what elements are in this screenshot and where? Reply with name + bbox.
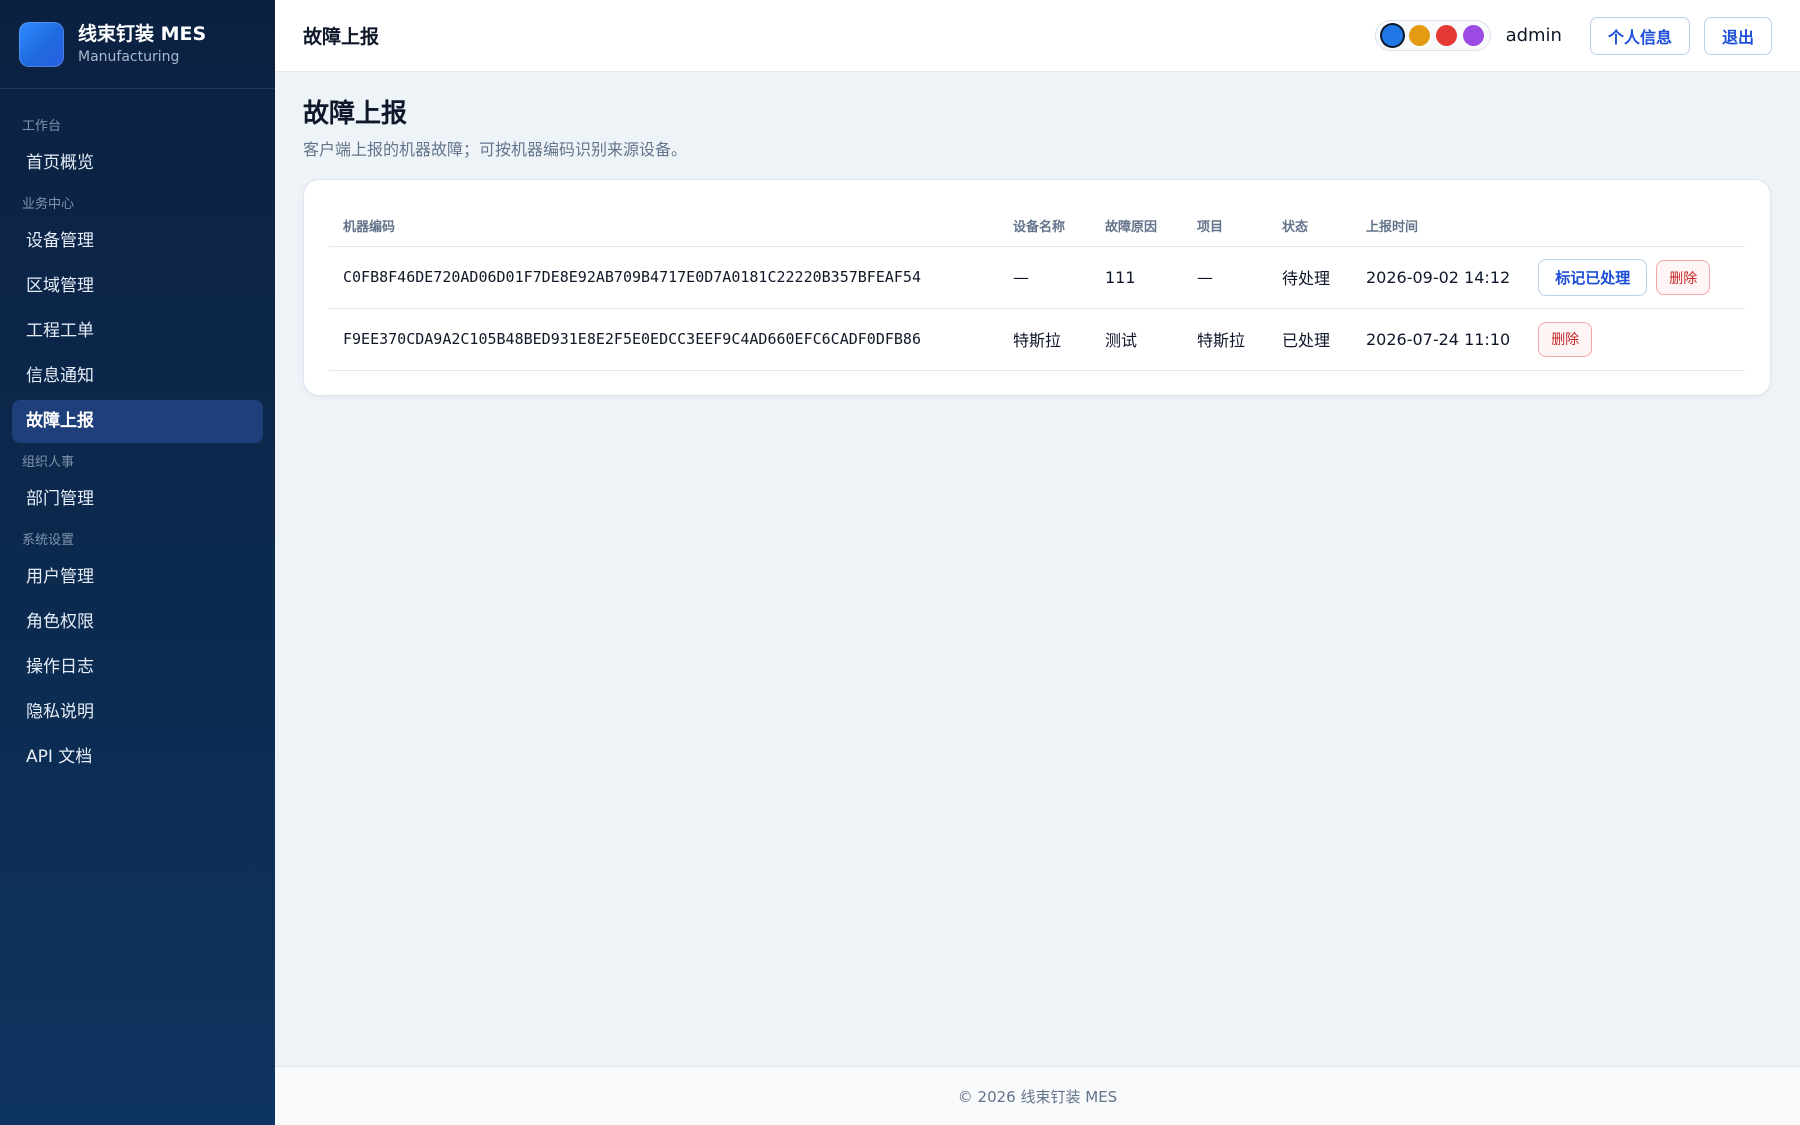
footer-copyright: © 2026 线束钉装 MES bbox=[957, 1087, 1118, 1106]
project-cell: — bbox=[1183, 246, 1268, 309]
project-cell: 特斯拉 bbox=[1183, 308, 1268, 371]
column-actions bbox=[1524, 206, 1745, 247]
brand-subtitle: Manufacturing bbox=[78, 49, 180, 65]
theme-red-swatch[interactable] bbox=[1435, 25, 1457, 46]
report-time-cell: 2026-09-02 14:12 bbox=[1352, 246, 1525, 309]
sidebar-item-privacy[interactable]: 隐私说明 bbox=[12, 691, 263, 734]
brand: 线束钉装 MES Manufacturing bbox=[0, 0, 275, 89]
nav-group-system: 系统设置 bbox=[22, 533, 75, 548]
sidebar-item-work-orders[interactable]: 工程工单 bbox=[12, 310, 263, 353]
device-name-cell: 特斯拉 bbox=[999, 308, 1091, 371]
mark-handled-button[interactable]: 标记已处理 bbox=[1538, 258, 1648, 296]
actions-cell: 删除 bbox=[1524, 308, 1745, 371]
sidebar-item-notifications[interactable]: 信息通知 bbox=[12, 355, 263, 398]
sidebar-item-api-docs[interactable]: API 文档 bbox=[12, 736, 263, 779]
column-report-time: 上报时间 bbox=[1352, 206, 1525, 247]
machine-code-cell: F9EE370CDA9A2C105B48BED931E8E2F5E0EDCC3E… bbox=[329, 308, 999, 371]
delete-button[interactable]: 删除 bbox=[1656, 260, 1711, 295]
brand-name: 线束钉装 MES bbox=[78, 23, 207, 45]
main-content: 故障上报 客户端上报的机器故障；可按机器编码识别来源设备。 机器编码 设备名称 … bbox=[275, 72, 1800, 1066]
fault-report-card: 机器编码 设备名称 故障原因 项目 状态 上报时间 C0FB8F46DE720A… bbox=[303, 179, 1771, 396]
machine-code-cell: C0FB8F46DE720AD06D01F7DE8E92AB709B4717E0… bbox=[329, 246, 999, 309]
sidebar-item-home[interactable]: 首页概览 bbox=[12, 142, 263, 185]
report-time-cell: 2026-07-24 11:10 bbox=[1352, 308, 1525, 371]
table-row: F9EE370CDA9A2C105B48BED931E8E2F5E0EDCC3E… bbox=[329, 308, 1745, 371]
table-row: C0FB8F46DE720AD06D01F7DE8E92AB709B4717E0… bbox=[329, 246, 1745, 309]
nav-group-business: 业务中心 bbox=[22, 197, 75, 212]
actions-cell: 标记已处理 删除 bbox=[1524, 246, 1745, 309]
sidebar-item-fault-report[interactable]: 故障上报 bbox=[12, 400, 263, 443]
theme-purple-swatch[interactable] bbox=[1462, 25, 1484, 46]
username: admin bbox=[1505, 25, 1562, 46]
sidebar-item-departments[interactable]: 部门管理 bbox=[12, 478, 263, 521]
logout-button[interactable]: 退出 bbox=[1703, 16, 1772, 55]
app-logo bbox=[19, 21, 64, 67]
column-status: 状态 bbox=[1268, 206, 1352, 247]
status-cell: 待处理 bbox=[1268, 246, 1352, 309]
device-name-cell: — bbox=[999, 246, 1091, 309]
sidebar-item-logs[interactable]: 操作日志 bbox=[12, 646, 263, 689]
delete-button[interactable]: 删除 bbox=[1538, 321, 1593, 357]
sidebar-nav: 工作台 首页概览 业务中心 设备管理 区域管理 工程工单 信息通知 故障上报 组… bbox=[0, 89, 275, 779]
sidebar-item-areas[interactable]: 区域管理 bbox=[12, 265, 263, 308]
fault-reason-cell: 111 bbox=[1091, 246, 1183, 309]
column-device-name: 设备名称 bbox=[999, 206, 1091, 247]
topbar-title: 故障上报 bbox=[303, 26, 380, 48]
theme-orange-swatch[interactable] bbox=[1408, 25, 1430, 46]
fault-report-table: 机器编码 设备名称 故障原因 项目 状态 上报时间 C0FB8F46DE720A… bbox=[329, 206, 1745, 371]
nav-group-workbench: 工作台 bbox=[22, 119, 62, 134]
nav-group-organization: 组织人事 bbox=[22, 455, 75, 470]
column-fault-reason: 故障原因 bbox=[1091, 206, 1183, 247]
column-machine-code: 机器编码 bbox=[329, 206, 999, 247]
fault-reason-cell: 测试 bbox=[1091, 308, 1183, 371]
sidebar: 线束钉装 MES Manufacturing 工作台 首页概览 业务中心 设备管… bbox=[0, 0, 275, 1125]
theme-blue-swatch[interactable] bbox=[1381, 25, 1403, 46]
page-title: 故障上报 bbox=[303, 99, 408, 129]
status-cell: 已处理 bbox=[1268, 308, 1352, 371]
profile-button[interactable]: 个人信息 bbox=[1589, 16, 1690, 55]
theme-switcher bbox=[1374, 20, 1491, 51]
sidebar-item-roles[interactable]: 角色权限 bbox=[12, 601, 263, 644]
topbar: 故障上报 admin 个人信息 退出 bbox=[275, 0, 1800, 72]
sidebar-item-users[interactable]: 用户管理 bbox=[12, 556, 263, 599]
column-project: 项目 bbox=[1183, 206, 1268, 247]
footer: © 2026 线束钉装 MES bbox=[275, 1066, 1800, 1125]
table-header-row: 机器编码 设备名称 故障原因 项目 状态 上报时间 bbox=[329, 206, 1745, 247]
sidebar-item-devices[interactable]: 设备管理 bbox=[12, 220, 263, 263]
page-description: 客户端上报的机器故障；可按机器编码识别来源设备。 bbox=[303, 140, 688, 159]
